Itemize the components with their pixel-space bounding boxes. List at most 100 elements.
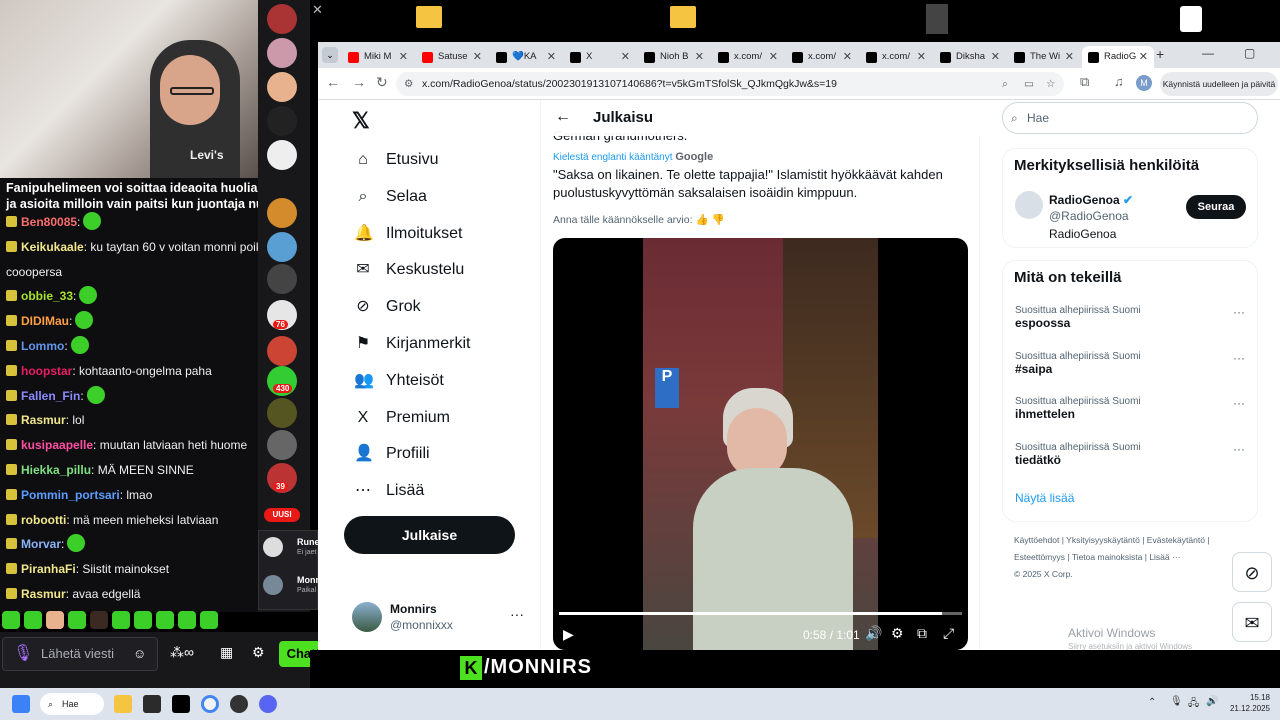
play-icon[interactable]: ▶ — [563, 626, 574, 643]
emote-icon[interactable] — [24, 611, 42, 629]
footer-link[interactable]: Esteettömyys — [1014, 552, 1065, 562]
account-switcher[interactable]: Monnirs @monnixxx ··· — [352, 600, 532, 636]
nav-item-kirjanmerkit[interactable]: ⚑ Kirjanmerkit — [352, 329, 471, 359]
minimize-icon[interactable]: — — [1202, 46, 1214, 60]
nav-item-etusivu[interactable]: ⌂ Etusivu — [352, 145, 438, 175]
browser-tab[interactable]: x.com/ ✕ — [712, 46, 784, 68]
channel-avatar[interactable] — [267, 264, 297, 294]
zoom-icon[interactable]: ⌕ — [1002, 72, 1008, 96]
tray-chevron-icon[interactable]: ⌃ — [1148, 697, 1156, 708]
trend-item[interactable]: Suosittua alhepiirissä Suomi tiedätkö ··· — [1015, 442, 1245, 467]
more-options-icon[interactable]: ··· — [1233, 351, 1245, 365]
chat-username[interactable]: hoopstar — [21, 364, 72, 378]
footer-link[interactable]: Käyttöehdot — [1014, 535, 1059, 545]
thumbs-up-icon[interactable]: 👍 — [695, 214, 708, 226]
search-input[interactable]: ⌕ Hae — [1002, 102, 1258, 134]
chat-username[interactable]: obbie_33 — [21, 289, 73, 303]
emote-picker-icon[interactable]: ☺ — [133, 638, 146, 670]
emote-icon[interactable] — [112, 611, 130, 629]
microphone-icon[interactable]: 🎙 — [13, 638, 33, 670]
tab-close-icon[interactable]: ✕ — [1065, 46, 1074, 68]
settings-gear-icon[interactable]: ⚙ — [252, 644, 265, 661]
channel-avatar[interactable] — [267, 38, 297, 68]
file-explorer-icon[interactable] — [114, 695, 132, 713]
tab-close-icon[interactable]: ✕ — [695, 46, 704, 68]
chat-username[interactable]: Keikukaale — [21, 240, 84, 254]
more-options-icon[interactable]: ··· — [1233, 305, 1245, 319]
tab-list-icon[interactable]: ⌄ — [322, 47, 338, 63]
browser-tab[interactable]: Diksha ✕ — [934, 46, 1006, 68]
footer-link[interactable]: Evästekäytäntö — [1147, 535, 1205, 545]
game-icon[interactable] — [926, 4, 948, 34]
messages-icon[interactable]: ✉ — [1232, 602, 1272, 642]
nav-item-lisää[interactable]: ⋯ Lisää — [352, 476, 424, 506]
nav-item-profiili[interactable]: 👤 Profiili — [352, 439, 430, 469]
maximize-icon[interactable]: ▢ — [1244, 46, 1255, 60]
microphone-icon[interactable]: 🎙 — [1170, 696, 1183, 707]
post-button[interactable]: Julkaise — [344, 516, 515, 554]
channel-avatar[interactable] — [267, 106, 297, 136]
chat-username[interactable]: Ben80085 — [21, 215, 77, 229]
channel-avatar[interactable] — [267, 336, 297, 366]
site-info-icon[interactable]: ⚙ — [404, 72, 413, 96]
new-tab-icon[interactable]: + — [1156, 46, 1164, 62]
store-icon[interactable]: ▦ — [220, 644, 233, 661]
taskbar-search[interactable]: ⌕ Hae — [40, 693, 104, 715]
show-more-link[interactable]: Näytä lisää — [1015, 491, 1074, 505]
channel-avatar[interactable] — [267, 4, 297, 34]
cast-icon[interactable]: ▭ — [1024, 72, 1034, 96]
emote-icon[interactable] — [134, 611, 152, 629]
forward-arrow-icon[interactable]: → — [352, 74, 366, 90]
folder-icon[interactable] — [670, 6, 696, 28]
chat-username[interactable]: PiranhaFi — [21, 562, 76, 576]
footer-link[interactable]: Tietoa mainoksista — [1072, 552, 1143, 562]
tab-close-icon[interactable]: ✕ — [769, 46, 778, 68]
nav-item-premium[interactable]: X Premium — [352, 403, 450, 433]
nav-item-ilmoitukset[interactable]: 🔔 Ilmoitukset — [352, 219, 462, 249]
obs-icon[interactable] — [230, 695, 248, 713]
app-icon[interactable] — [143, 695, 161, 713]
emote-icon[interactable] — [178, 611, 196, 629]
tab-close-icon[interactable]: ✕ — [399, 46, 408, 68]
network-icon[interactable]: 🖧 — [1188, 696, 1199, 713]
chat-username[interactable]: robootti — [21, 513, 66, 527]
tab-close-icon[interactable]: ✕ — [1139, 46, 1148, 68]
tab-close-icon[interactable]: ✕ — [991, 46, 1000, 68]
close-icon[interactable]: ✕ — [312, 2, 323, 18]
x-logo-icon[interactable]: 𝕏 — [352, 108, 370, 134]
trend-item[interactable]: Suosittua alhepiirissä Suomi espoossa ··· — [1015, 305, 1245, 330]
browser-tab[interactable]: Miki M ✕ — [342, 46, 414, 68]
channel-avatar[interactable] — [267, 232, 297, 262]
browser-tab[interactable]: RadioG ✕ — [1082, 46, 1154, 68]
nav-item-yhteisöt[interactable]: 👥 Yhteisöt — [352, 366, 444, 396]
channel-avatar[interactable] — [267, 430, 297, 460]
chat-username[interactable]: Pommin_portsari — [21, 488, 120, 502]
trend-item[interactable]: Suosittua alhepiirissä Suomi ihmettelen ··… — [1015, 396, 1245, 421]
chrome-shortcut-icon[interactable] — [1180, 6, 1202, 32]
tab-close-icon[interactable]: ✕ — [917, 46, 926, 68]
more-options-icon[interactable]: ··· — [1233, 396, 1245, 410]
discord-icon[interactable] — [259, 695, 277, 713]
emote-icon[interactable] — [68, 611, 86, 629]
chat-username[interactable]: Hiekka_pillu — [21, 463, 91, 477]
chat-input[interactable]: 🎙 Lähetä viesti ☺ — [2, 637, 158, 671]
tab-close-icon[interactable]: ✕ — [843, 46, 852, 68]
emote-icon[interactable] — [2, 611, 20, 629]
bookmark-star-icon[interactable]: ☆ — [1046, 72, 1055, 96]
nav-item-grok[interactable]: ⊘ Grok — [352, 292, 420, 322]
reload-icon[interactable]: ↻ — [376, 74, 388, 91]
browser-tab[interactable]: x.com/ ✕ — [786, 46, 858, 68]
thumbs-down-icon[interactable]: 👎 — [711, 214, 724, 226]
channel-avatar[interactable] — [267, 398, 297, 428]
grok-icon[interactable]: ⊘ — [1232, 552, 1272, 592]
chrome-icon[interactable] — [201, 695, 219, 713]
restart-update-button[interactable]: Käynnistä uudelleen ja päivitä — [1160, 72, 1278, 96]
more-options-icon[interactable]: ··· — [1233, 442, 1245, 456]
browser-tab[interactable]: x.com/ ✕ — [860, 46, 932, 68]
volume-icon[interactable]: 🔊 — [1206, 696, 1218, 707]
video-player[interactable]: P ▶ 0:58 / 1:01 🔊 ⚙ ⧉ ⤢ — [553, 238, 968, 650]
chat-username[interactable]: Lommo — [21, 339, 64, 353]
channel-avatar[interactable] — [263, 575, 283, 595]
tab-close-icon[interactable]: ✕ — [473, 46, 482, 68]
browser-tab[interactable]: Satuse ✕ — [416, 46, 488, 68]
